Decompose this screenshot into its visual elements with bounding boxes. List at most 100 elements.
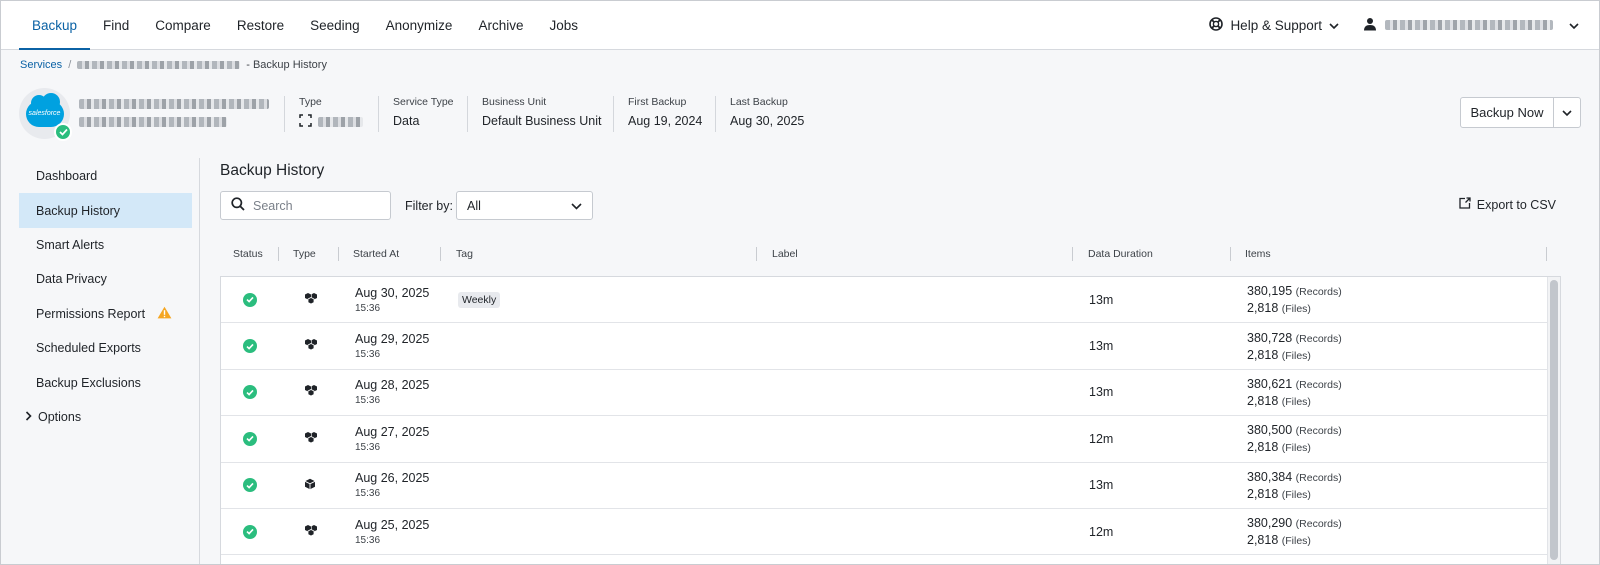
export-csv-button[interactable]: Export to CSV (1459, 197, 1556, 212)
files-count-line: 2,818 (Files) (1247, 301, 1311, 315)
column-header-tag[interactable]: Tag (456, 245, 473, 263)
status-cell (243, 416, 257, 461)
records-unit: (Records) (1295, 425, 1342, 438)
success-check-icon (243, 292, 257, 307)
sidebar-item-label: Smart Alerts (36, 237, 105, 252)
page-title: Backup History (220, 162, 325, 179)
filter-select[interactable]: All (456, 191, 593, 220)
tab-restore[interactable]: Restore (224, 1, 297, 49)
duration-cell: 13m (1089, 292, 1114, 307)
column-resizer[interactable] (1230, 247, 1231, 261)
tag-cell: Weekly (458, 277, 501, 322)
tab-jobs[interactable]: Jobs (536, 1, 591, 49)
nav-right: Help & Support (1209, 1, 1599, 49)
column-header-label[interactable]: Label (772, 245, 798, 263)
multi-cube-icon (304, 292, 318, 308)
table-row[interactable]: Aug 28, 2025 15:36 13m 380,621 (Records) 2,8… (221, 370, 1547, 417)
tab-find[interactable]: Find (90, 1, 142, 49)
table-row[interactable]: Aug 25, 2025 15:36 12m 380,290 (Records) 2,8… (221, 509, 1547, 556)
search-input[interactable] (253, 198, 373, 213)
started-time: 15:36 (355, 488, 381, 500)
column-header-status[interactable]: Status (233, 245, 263, 263)
multi-cube-icon (304, 384, 318, 400)
records-count: 380,500 (1247, 423, 1293, 438)
status-cell (243, 323, 257, 368)
files-count: 2,818 (1247, 393, 1279, 408)
meta-first-backup-label: First Backup (628, 96, 687, 108)
meta-type: Type (284, 96, 363, 132)
table-body: Aug 30, 2025 15:36 Weekly 13m 380,195 (Recor… (220, 276, 1561, 564)
top-nav: Backup Find Compare Restore Seeding Anon… (1, 1, 1599, 50)
help-support-label: Help & Support (1230, 17, 1322, 33)
files-count: 2,818 (1247, 486, 1279, 501)
files-count: 2,818 (1247, 440, 1279, 455)
records-count: 380,728 (1247, 330, 1293, 345)
filter-select-value: All (467, 198, 481, 213)
breadcrumb-current: - Backup History (246, 59, 327, 71)
table-row[interactable]: Aug 30, 2025 15:36 Weekly 13m 380,195 (Recor… (221, 277, 1547, 324)
tab-archive[interactable]: Archive (465, 1, 536, 49)
app-frame: Backup Find Compare Restore Seeding Anon… (0, 0, 1600, 565)
search-icon (231, 197, 245, 214)
backup-now-dropdown[interactable] (1554, 98, 1580, 127)
started-at-cell: Aug 28, 2025 15:36 (355, 370, 429, 415)
started-at-cell: Aug 27, 2025 15:36 (355, 416, 429, 461)
column-header-data-duration[interactable]: Data Duration (1088, 245, 1153, 263)
tab-backup[interactable]: Backup (19, 1, 91, 50)
sidebar-item-options[interactable]: Options (19, 400, 192, 434)
column-header-started-at[interactable]: Started At (353, 245, 399, 263)
meta-last-backup-label: Last Backup (730, 96, 788, 108)
breadcrumb-service-redacted[interactable] (77, 61, 241, 69)
records-count-line: 380,384 (Records) (1247, 470, 1342, 484)
tab-seeding[interactable]: Seeding (297, 1, 373, 49)
breadcrumb-services[interactable]: Services (20, 59, 62, 71)
started-at-cell: Aug 29, 2025 15:36 (355, 323, 429, 368)
backup-now-button[interactable]: Backup Now (1461, 98, 1554, 127)
lifebuoy-icon (1209, 16, 1224, 34)
meta-business-unit-value: Default Business Unit (482, 114, 602, 128)
sidebar-item-permissions-report[interactable]: Permissions Report (19, 297, 192, 331)
user-name-redacted (1385, 20, 1553, 30)
service-header: salesforce Type Service Type Data Busine… (19, 86, 1583, 141)
started-time: 15:36 (355, 349, 381, 361)
help-support-menu[interactable]: Help & Support (1209, 16, 1339, 34)
table-row[interactable]: Aug 27, 2025 15:36 12m 380,500 (Records) 2,8… (221, 416, 1547, 463)
table-scrollbar-thumb[interactable] (1550, 280, 1558, 560)
table-scrollbar[interactable] (1547, 277, 1560, 564)
files-count: 2,818 (1247, 533, 1279, 548)
items-cell: 380,195 (Records) 2,818 (Files) (1247, 277, 1342, 322)
sidebar: Dashboard Backup History Smart Alerts Da… (19, 159, 192, 434)
column-resizer[interactable] (440, 247, 441, 261)
column-resizer[interactable] (278, 247, 279, 261)
column-resizer[interactable] (756, 247, 757, 261)
tab-compare[interactable]: Compare (142, 1, 224, 49)
column-resizer[interactable] (1072, 247, 1073, 261)
service-name-redacted (79, 99, 269, 127)
sidebar-item-scheduled-exports[interactable]: Scheduled Exports (19, 331, 192, 365)
tab-anonymize[interactable]: Anonymize (373, 1, 466, 49)
started-time: 15:36 (355, 302, 381, 314)
sidebar-item-backup-exclusions[interactable]: Backup Exclusions (19, 365, 192, 399)
column-header-type[interactable]: Type (293, 245, 316, 263)
started-time: 15:36 (355, 534, 381, 546)
started-date: Aug 30, 2025 (355, 285, 430, 300)
sidebar-item-label: Permissions Report (36, 306, 146, 321)
meta-type-label: Type (299, 96, 322, 108)
meta-last-backup: Last Backup Aug 30, 2025 (715, 96, 804, 132)
sidebar-item-dashboard[interactable]: Dashboard (19, 159, 192, 193)
column-resizer[interactable] (338, 247, 339, 261)
records-unit: (Records) (1295, 286, 1342, 299)
records-count-line: 380,290 (Records) (1247, 516, 1342, 530)
salesforce-cloud-icon: salesforce (25, 92, 64, 127)
sidebar-item-data-privacy[interactable]: Data Privacy (19, 262, 192, 296)
column-resizer[interactable] (1546, 247, 1547, 261)
user-menu[interactable] (1363, 17, 1579, 34)
chevron-down-icon (1562, 105, 1572, 120)
started-at-cell: Aug 26, 2025 15:36 (355, 463, 429, 508)
started-at-cell: Aug 30, 2025 15:36 (355, 277, 429, 322)
sidebar-item-backup-history[interactable]: Backup History (19, 193, 192, 228)
table-row[interactable]: Aug 29, 2025 15:36 13m 380,728 (Records) 2,8… (221, 323, 1547, 370)
column-header-items[interactable]: Items (1245, 245, 1271, 263)
table-row[interactable]: Aug 26, 2025 15:36 13m 380,384 (Records) 2,8… (221, 463, 1547, 509)
sidebar-item-smart-alerts[interactable]: Smart Alerts (19, 228, 192, 262)
